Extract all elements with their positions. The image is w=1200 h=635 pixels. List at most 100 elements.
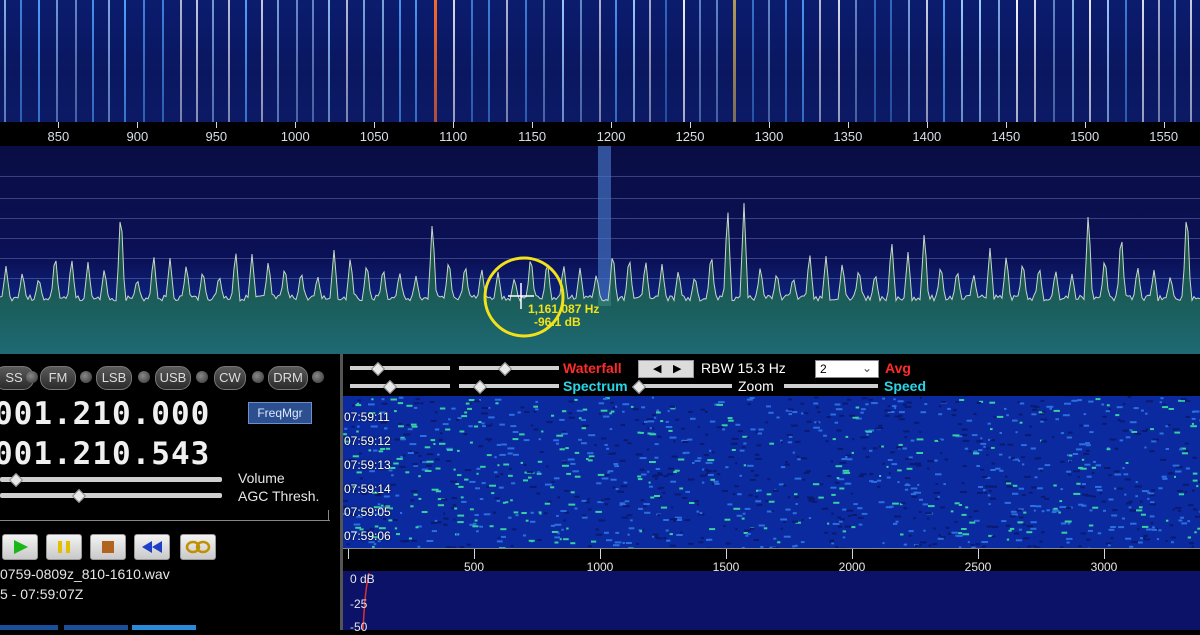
noise-pixel (487, 454, 492, 456)
audio-tick (852, 549, 853, 559)
noise-pixel (904, 507, 907, 509)
carrier-trace (752, 0, 754, 122)
noise-pixel (1131, 431, 1137, 433)
noise-pixel (1083, 453, 1089, 455)
noise-pixel (694, 500, 699, 502)
noise-pixel (1005, 502, 1011, 504)
noise-pixel (1111, 515, 1117, 517)
audio-tick (600, 549, 601, 559)
zoom-slider[interactable] (638, 384, 732, 388)
noise-pixel (792, 411, 797, 413)
carrier-trace (943, 0, 945, 122)
noise-pixel (868, 399, 872, 401)
mode-button-drm[interactable]: DRM (268, 366, 308, 390)
noise-pixel (1012, 493, 1018, 495)
noise-pixel (500, 528, 506, 530)
noise-pixel (886, 506, 892, 508)
top-waterfall-display[interactable] (0, 0, 1200, 122)
noise-pixel (777, 541, 780, 543)
rbw-stepper[interactable]: ◀ ▶ (638, 360, 694, 378)
frequency-tick-label: 850 (48, 129, 70, 144)
noise-pixel (1141, 514, 1146, 516)
noise-pixel (1192, 490, 1195, 492)
noise-pixel (582, 515, 586, 517)
carrier-trace (615, 0, 617, 122)
noise-pixel (984, 492, 987, 494)
spectrum-contrast-thumb[interactable] (383, 380, 397, 394)
noise-pixel (1171, 537, 1176, 539)
noise-pixel (457, 521, 463, 523)
noise-pixel (1107, 448, 1111, 450)
noise-pixel (386, 448, 390, 450)
carrier-trace (525, 0, 527, 122)
noise-pixel (534, 428, 539, 430)
noise-pixel (611, 479, 617, 481)
noise-pixel (456, 534, 458, 536)
noise-pixel (1152, 526, 1155, 528)
noise-pixel (1093, 461, 1096, 463)
mode-button-fm[interactable]: FM (40, 366, 76, 390)
tab-strip-item[interactable] (64, 625, 128, 630)
secondary-frequency-display[interactable]: 001.210.543 (0, 436, 210, 472)
noise-pixel (412, 426, 418, 428)
noise-pixel (1079, 443, 1086, 445)
noise-pixel (1162, 406, 1168, 408)
spectrum-contrast-slider[interactable] (350, 384, 450, 388)
noise-pixel (626, 542, 632, 544)
play-button[interactable] (2, 534, 38, 560)
volume-slider[interactable] (0, 477, 222, 482)
noise-pixel (813, 427, 820, 429)
noise-pixel (1174, 476, 1176, 478)
noise-pixel (494, 456, 496, 458)
noise-pixel (495, 402, 498, 404)
noise-pixel (1123, 403, 1125, 405)
speed-slider[interactable] (784, 384, 878, 388)
arrow-left-icon[interactable]: ◀ (653, 362, 661, 375)
noise-pixel (466, 403, 470, 405)
noise-pixel (1061, 432, 1064, 434)
mode-button-usb[interactable]: USB (155, 366, 191, 390)
tab-strip-item[interactable] (132, 625, 196, 630)
primary-frequency-display[interactable]: 001.210.000 (0, 396, 210, 432)
avg-select[interactable]: 2 ⌄ (815, 360, 879, 378)
noise-pixel (905, 477, 911, 479)
pause-button[interactable] (46, 534, 82, 560)
loop-button[interactable] (180, 534, 216, 560)
noise-pixel (640, 457, 647, 459)
arrow-right-icon[interactable]: ▶ (673, 362, 681, 375)
noise-pixel (1129, 429, 1132, 431)
noise-pixel (866, 434, 868, 436)
spectrum-brightness-thumb[interactable] (473, 380, 487, 394)
noise-pixel (461, 496, 464, 498)
stop-button[interactable] (90, 534, 126, 560)
tab-strip-item[interactable] (0, 625, 58, 630)
noise-pixel (726, 543, 731, 545)
zoom-slider-thumb[interactable] (632, 380, 646, 394)
waterfall-brightness-thumb[interactable] (498, 362, 512, 376)
mode-button-lsb[interactable]: LSB (96, 366, 132, 390)
noise-pixel (1078, 476, 1080, 478)
waterfall-contrast-thumb[interactable] (371, 362, 385, 376)
noise-pixel (830, 540, 834, 542)
noise-pixel (1158, 529, 1161, 531)
noise-pixel (1019, 414, 1023, 416)
freqmgr-button[interactable]: FreqMgr (248, 402, 312, 424)
spectrum-display[interactable]: 1,161,087 Hz -96.1 dB (0, 146, 1200, 354)
waterfall-contrast-slider[interactable] (350, 366, 450, 370)
noise-pixel (814, 397, 818, 399)
agc-threshold-slider[interactable] (0, 493, 222, 498)
mode-button-cw[interactable]: CW (214, 366, 246, 390)
rewind-button[interactable] (134, 534, 170, 560)
noise-pixel (788, 441, 792, 443)
audio-waterfall-display[interactable] (343, 396, 1200, 548)
noise-pixel (638, 508, 643, 510)
noise-pixel (1126, 462, 1129, 464)
noise-pixel (670, 518, 677, 520)
noise-pixel (897, 481, 899, 483)
noise-pixel (1189, 542, 1194, 544)
noise-pixel (1117, 488, 1123, 490)
noise-pixel (427, 461, 434, 463)
noise-pixel (837, 517, 841, 519)
noise-pixel (369, 449, 372, 451)
audio-spectrum-display[interactable] (343, 571, 1200, 630)
